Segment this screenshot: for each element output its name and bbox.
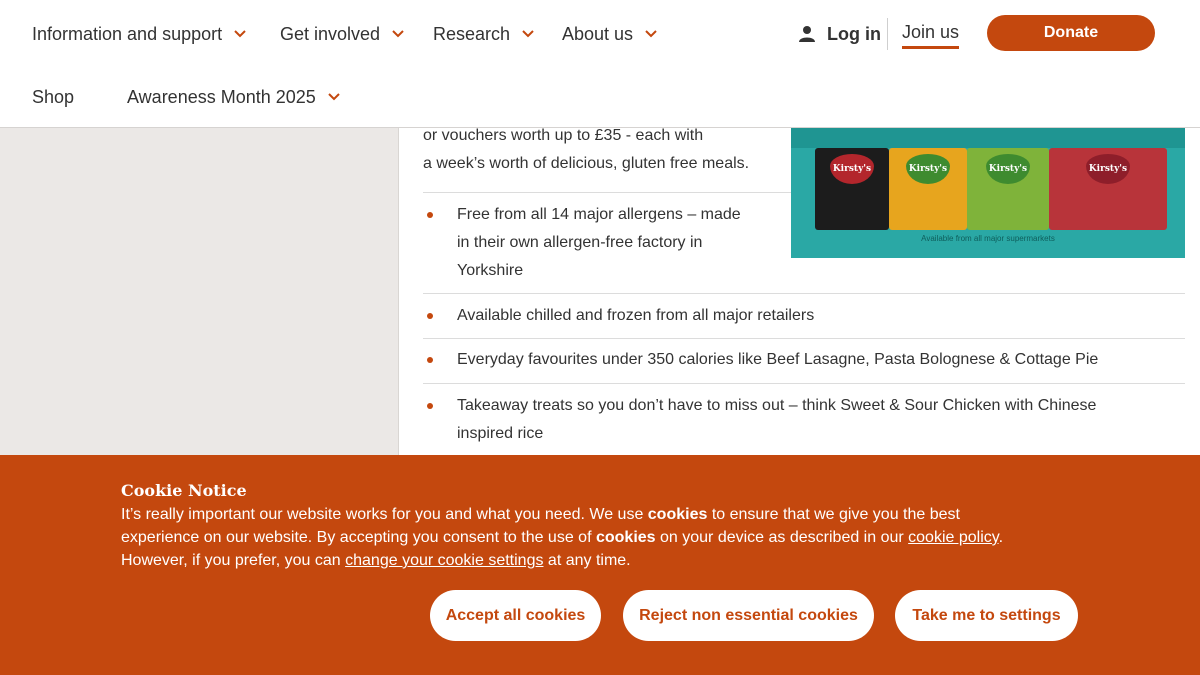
cookie-banner: Cookie Notice It’s really important our … [0, 455, 1200, 675]
nav-research[interactable]: Research [433, 22, 536, 46]
cookie-bold-text: cookies [595, 529, 656, 546]
cookie-settings-link[interactable]: change your cookie settings [345, 552, 543, 569]
cookie-text: experience on our website. By accepting … [121, 529, 596, 546]
chevron-down-icon [328, 92, 342, 102]
bullet-icon [427, 313, 433, 319]
header-divider [887, 18, 888, 50]
list-item: Free from all 14 major allergens – made … [423, 201, 783, 285]
promo-banner-band [791, 128, 1185, 148]
nav-information-and-support[interactable]: Information and support [32, 22, 248, 46]
nav-get-involved[interactable]: Get involved [280, 22, 406, 46]
intro-text: or vouchers worth up to £35 - each with … [423, 122, 783, 178]
cookie-text: to ensure that we give you the best [707, 506, 960, 523]
list-item-line: Available chilled and frozen from all ma… [457, 307, 815, 324]
nav-label: Awareness Month 2025 [127, 86, 316, 107]
cookie-text: It’s really important our website works … [121, 506, 648, 523]
join-us-link[interactable]: Join us [902, 22, 960, 49]
cookie-text: . [998, 529, 1004, 546]
nav-label: About us [562, 23, 634, 44]
list-item-line: Yorkshire [457, 262, 524, 279]
list-divider [423, 192, 791, 193]
sidebar-panel [0, 128, 399, 458]
chevron-down-icon [522, 29, 536, 39]
nav-shop[interactable]: Shop [32, 85, 74, 109]
chevron-down-icon [392, 29, 406, 39]
product-pack: Kirsty's [815, 148, 889, 230]
nav-label: Research [433, 23, 511, 44]
nav-label: Information and support [32, 23, 223, 44]
cookie-policy-link[interactable]: cookie policy [908, 529, 998, 546]
product-pack: Kirsty's [889, 148, 967, 230]
intro-line: a week’s worth of delicious, gluten free… [423, 155, 750, 172]
cookie-title: Cookie Notice [121, 481, 247, 500]
user-icon [798, 25, 816, 43]
cookie-text: on your device as described in our [655, 529, 909, 546]
bullet-icon [427, 357, 433, 363]
list-item-line: Free from all 14 major allergens – made [457, 206, 741, 223]
reject-non-essential-cookies-button[interactable]: Reject non essential cookies [623, 590, 874, 641]
nav-label: Get involved [280, 23, 381, 44]
nav-label: Shop [32, 86, 75, 107]
list-item-line: Everyday favourites under 350 calories l… [457, 351, 1099, 368]
list-item-line: Takeaway treats so you don’t have to mis… [457, 397, 1097, 414]
list-divider [423, 338, 1185, 339]
donate-button[interactable]: Donate [987, 15, 1155, 51]
nav-about-us[interactable]: About us [562, 22, 659, 46]
product-pack: Kirsty's [1049, 148, 1167, 230]
brand-logo: Kirsty's [830, 154, 874, 184]
list-item-line: in their own allergen-free factory in [457, 234, 703, 251]
accept-all-cookies-button[interactable]: Accept all cookies [430, 590, 601, 641]
list-item: Available chilled and frozen from all ma… [423, 302, 1185, 330]
bullet-icon [427, 403, 433, 409]
list-item: Takeaway treats so you don’t have to mis… [423, 392, 1185, 448]
product-pack: Kirsty's [967, 148, 1049, 230]
bullet-icon [427, 212, 433, 218]
cookie-settings-button[interactable]: Take me to settings [895, 590, 1078, 641]
list-divider [423, 293, 1185, 294]
login-label: Log in [827, 23, 881, 44]
cookie-message: It’s really important our website works … [121, 503, 1081, 572]
cookie-text: at any time. [543, 552, 631, 569]
list-item-line: inspired rice [457, 425, 544, 442]
login-link[interactable]: Log in [798, 22, 881, 46]
list-divider [423, 383, 1185, 384]
nav-awareness-month[interactable]: Awareness Month 2025 [127, 85, 342, 109]
promo-image: Kirsty's Kirsty's Kirsty's Kirsty's Avai… [791, 128, 1185, 258]
brand-logo: Kirsty's [986, 154, 1030, 184]
chevron-down-icon [234, 29, 248, 39]
chevron-down-icon [645, 29, 659, 39]
site-header: Information and support Get involved Res… [0, 0, 1200, 128]
list-item: Everyday favourites under 350 calories l… [423, 346, 1185, 374]
cookie-bold-text: cookies [647, 506, 708, 523]
promo-footer: Available from all major supermarkets [921, 234, 1055, 243]
cookie-text: However, if you prefer, you can [121, 552, 346, 569]
brand-logo: Kirsty's [1086, 154, 1130, 184]
brand-logo: Kirsty's [906, 154, 950, 184]
